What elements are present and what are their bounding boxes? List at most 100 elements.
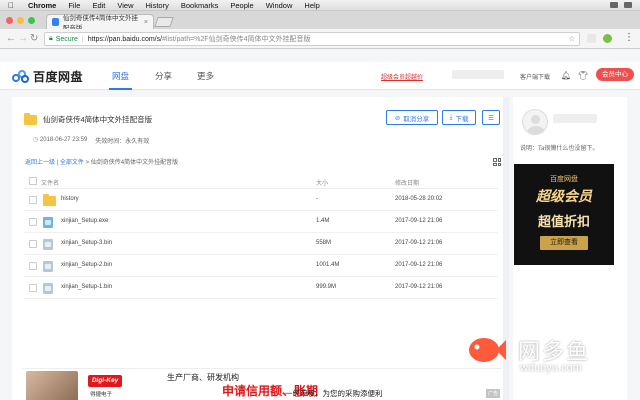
share-title: 仙剑奇侠传4简体中文外挂配音版: [24, 112, 153, 125]
menu-help[interactable]: Help: [298, 1, 325, 10]
menu-edit[interactable]: Edit: [86, 1, 111, 10]
file-name[interactable]: xinjian_Setup-3.bin: [61, 240, 112, 246]
back-arrow-icon[interactable]: ←: [6, 33, 16, 44]
row-checkbox[interactable]: [29, 262, 37, 270]
file-size: 999.9M: [316, 284, 337, 290]
file-name[interactable]: xinjian_Setup-2.bin: [61, 262, 112, 268]
close-window-icon[interactable]: [6, 17, 13, 24]
minimize-window-icon[interactable]: [17, 17, 24, 24]
table-row[interactable]: xinjian_Setup.exe 1.4M 2017-09-12 21:06: [24, 211, 498, 233]
forward-arrow-icon[interactable]: →: [18, 33, 28, 44]
table-header: 文件名 大小 修改日期: [24, 175, 498, 189]
menu-bookmarks[interactable]: Bookmarks: [175, 1, 225, 10]
file-name[interactable]: history: [61, 196, 79, 202]
super-vip-link[interactable]: 超级会员: [381, 72, 405, 81]
client-download-link[interactable]: 客户端下载: [520, 72, 550, 81]
ad-brand: 百度网盘: [550, 176, 578, 183]
bottom-ad-banner[interactable]: Digi-Key 得捷电子 生产厂商、研发机构 申请信用额、账期 一经审核，为您…: [22, 368, 502, 400]
share-date: 2018-06-27 23:59: [39, 137, 88, 143]
file-name[interactable]: xinjian_Setup.exe: [61, 218, 108, 224]
new-tab-button[interactable]: [154, 17, 174, 27]
nav-more[interactable]: 更多: [197, 70, 214, 82]
header-date[interactable]: 修改日期: [395, 178, 419, 187]
menu-history[interactable]: History: [140, 1, 175, 10]
extension-icon[interactable]: [587, 34, 596, 43]
baidu-pan-logo[interactable]: 百度网盘: [12, 68, 83, 85]
tab-strip: 仙剑奇侠传4简体中文外挂配音版 ×: [0, 11, 640, 32]
folder-icon: [43, 194, 56, 208]
browser-toolbar: ← → ↻ 🔒︎ Secure | https://pan.baidu.com/…: [0, 29, 640, 49]
close-tab-icon[interactable]: ×: [144, 19, 148, 26]
menu-file[interactable]: File: [62, 1, 86, 10]
list-icon: ☰: [488, 114, 494, 122]
menu-kebab-icon[interactable]: ⋮: [624, 32, 634, 43]
window-controls: [6, 17, 35, 24]
file-date: 2018-05-28 20:02: [395, 196, 443, 202]
wifi-icon[interactable]: [610, 2, 618, 8]
menu-window[interactable]: Window: [260, 1, 299, 10]
reload-icon[interactable]: ↻: [30, 33, 38, 44]
table-row[interactable]: xinjian_Setup-1.bin 999.9M 2017-09-12 21…: [24, 277, 498, 299]
share-expiry: 失效时间：永久有效: [95, 139, 150, 145]
cancel-share-button[interactable]: ⊘ 取消分享: [386, 110, 438, 125]
breadcrumb-current: 仙剑奇侠传4简体中文外挂配音版: [90, 160, 179, 166]
watermark-url: wduoyu.com: [520, 362, 582, 374]
breadcrumb-all-files[interactable]: 全部文件: [60, 160, 84, 166]
avatar[interactable]: [522, 109, 548, 135]
apple-icon[interactable]: : [0, 1, 22, 10]
ad-view-button[interactable]: 立即查看: [540, 236, 588, 250]
download-icon: ⤓: [449, 113, 453, 121]
url-path: #list/path=%2F仙剑奇侠传4简体中文外挂配音版: [162, 36, 311, 43]
digikey-logo: Digi-Key: [88, 375, 122, 387]
exe-file-icon: [43, 217, 53, 228]
header-filename[interactable]: 文件名: [41, 178, 59, 187]
file-date: 2017-09-12 21:06: [395, 262, 443, 268]
bin-file-icon: [43, 283, 53, 294]
row-checkbox[interactable]: [29, 196, 37, 204]
super-price-link[interactable]: 超越价: [405, 72, 423, 81]
battery-icon[interactable]: [624, 2, 632, 8]
notification-bell-icon[interactable]: 🔔︎: [561, 71, 571, 80]
macos-menubar:  Chrome File Edit View History Bookmark…: [0, 0, 640, 11]
header-size[interactable]: 大小: [316, 178, 328, 187]
row-checkbox[interactable]: [29, 240, 37, 248]
bin-file-icon: [43, 261, 53, 272]
browser-tab[interactable]: 仙剑奇侠传4简体中文外挂配音版 ×: [46, 14, 154, 32]
list-mode-button[interactable]: ☰: [482, 110, 500, 125]
nav-share[interactable]: 分享: [155, 70, 172, 82]
maximize-window-icon[interactable]: [28, 17, 35, 24]
file-size: 1001.4M: [316, 262, 340, 268]
cancel-share-label: 取消分享: [403, 115, 430, 123]
file-name[interactable]: xinjian_Setup-1.bin: [61, 284, 112, 290]
ad-line-3: 一经审核，为您的采购添便利: [285, 389, 383, 398]
nav-netdisk[interactable]: 网盘: [108, 70, 133, 90]
table-row[interactable]: xinjian_Setup-3.bin 558M 2017-09-12 21:0…: [24, 233, 498, 255]
url-text: https://pan.baidu.com/s/: [87, 35, 163, 43]
site-header: 百度网盘 网盘 分享 更多 超级会员 超越价 客户端下载 🔔︎ 👕︎ 会员中心: [0, 62, 640, 90]
tshirt-icon[interactable]: 👕︎: [578, 71, 588, 80]
file-date: 2017-09-12 21:06: [395, 240, 443, 246]
bookmark-star-icon[interactable]: ☆: [569, 35, 579, 43]
address-bar[interactable]: 🔒︎ Secure | https://pan.baidu.com/s/ #li…: [44, 32, 580, 46]
menu-app[interactable]: Chrome: [22, 1, 62, 10]
share-title-text: 仙剑奇侠传4简体中文外挂配音版: [43, 115, 153, 124]
select-all-checkbox[interactable]: [29, 177, 37, 185]
extension-icon[interactable]: [603, 34, 612, 43]
file-size: -: [316, 196, 318, 202]
menu-view[interactable]: View: [111, 1, 139, 10]
clock-icon: ◷: [33, 137, 39, 143]
secure-label: Secure: [55, 35, 78, 43]
table-row[interactable]: history - 2018-05-28 20:02: [24, 189, 498, 211]
menu-people[interactable]: People: [224, 1, 259, 10]
divider: |: [81, 35, 84, 43]
table-row[interactable]: xinjian_Setup-2.bin 1001.4M 2017-09-12 2…: [24, 255, 498, 277]
grid-view-icon[interactable]: [493, 158, 501, 166]
vip-ad-banner[interactable]: 百度网盘 超级会员 超值折扣 立即查看: [514, 164, 614, 265]
sharer-name[interactable]: [553, 114, 597, 123]
download-button[interactable]: ⤓ 下载: [442, 110, 476, 125]
breadcrumb-back[interactable]: 返回上一级: [25, 160, 55, 166]
username[interactable]: [452, 70, 504, 79]
row-checkbox[interactable]: [29, 284, 37, 292]
vip-center-button[interactable]: 会员中心: [596, 68, 634, 81]
row-checkbox[interactable]: [29, 218, 37, 226]
